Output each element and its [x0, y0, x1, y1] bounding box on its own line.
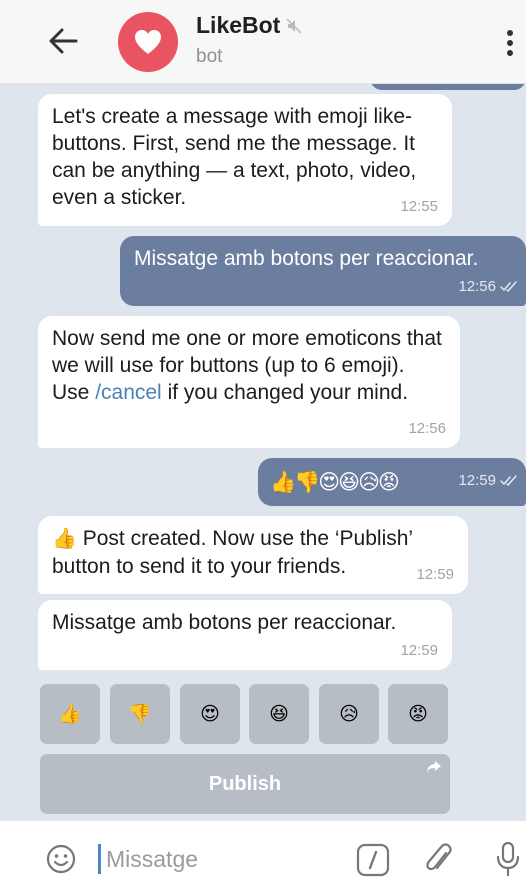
paperclip-icon[interactable] — [424, 841, 454, 877]
reaction-button-thumbs-up[interactable]: 👍 — [40, 684, 100, 744]
message-list[interactable]: Let's create a message with emoji like-b… — [0, 84, 526, 820]
chat-header: LikeBot bot — [0, 0, 526, 84]
emoji-icon[interactable] — [45, 843, 77, 875]
reaction-button-thumbs-down[interactable]: 👎 — [110, 684, 170, 744]
message-time: 12:59 — [400, 642, 438, 659]
message-time: 12:56 — [458, 278, 496, 295]
reaction-button-heart-eyes[interactable]: 😍 — [180, 684, 240, 744]
bot-command-icon[interactable] — [356, 843, 390, 877]
message-text: Let's create a message with emoji like-b… — [52, 105, 417, 209]
message-text: Missatge amb botons per reaccionar. — [52, 611, 397, 634]
reaction-button-laughing[interactable]: 😆 — [249, 684, 309, 744]
microphone-icon[interactable] — [496, 841, 520, 877]
message-text: 👍 Post created. Now use the ‘Publish’ bu… — [52, 525, 454, 580]
more-menu-icon[interactable] — [505, 28, 515, 58]
outgoing-message[interactable]: 👍👎😍😆😥😡 12:59 — [258, 458, 526, 506]
heart-icon — [135, 30, 161, 54]
cancel-command-link[interactable]: /cancel — [95, 381, 162, 404]
message-time: 12:59 — [458, 472, 496, 489]
incoming-message[interactable]: Now send me one or more emoticons that w… — [38, 316, 460, 448]
message-time: 12:56 — [408, 420, 446, 437]
reaction-button-angry[interactable]: 😡 — [388, 684, 448, 744]
message-text: Missatge amb botons per reaccionar. — [134, 247, 479, 270]
message-time: 12:59 — [416, 566, 454, 583]
incoming-message[interactable]: Let's create a message with emoji like-b… — [38, 94, 452, 226]
back-arrow-icon[interactable] — [48, 28, 78, 54]
thumbs-up-emoji: 👍 — [52, 528, 77, 550]
message-text: Now send me one or more emoticons that w… — [52, 325, 446, 406]
chat-title-text: LikeBot — [196, 12, 281, 38]
incoming-message[interactable]: Missatge amb botons per reaccionar. 12:5… — [38, 600, 452, 670]
publish-button-label: Publish — [208, 772, 282, 795]
message-text-part: Post created. Now use the ‘Publish’ butt… — [52, 527, 413, 578]
chat-title[interactable]: LikeBot — [196, 12, 302, 39]
message-time-status: 12:59 — [458, 467, 518, 494]
share-arrow-icon — [427, 761, 441, 773]
message-time-status: 12:56 — [458, 273, 518, 300]
double-check-icon — [500, 474, 517, 486]
publish-button[interactable]: Publish — [40, 754, 450, 814]
outgoing-message[interactable]: Missatge amb botons per reaccionar. 12:5… — [120, 236, 526, 306]
incoming-message[interactable]: 👍 Post created. Now use the ‘Publish’ bu… — [38, 516, 468, 594]
bot-avatar[interactable] — [118, 12, 178, 72]
previous-message-bubble — [370, 84, 526, 90]
message-input[interactable] — [106, 841, 336, 877]
message-time: 12:55 — [400, 198, 438, 215]
message-text-part: if you changed your mind. — [161, 381, 409, 404]
double-check-icon — [500, 280, 517, 292]
reaction-button-sad[interactable]: 😥 — [319, 684, 379, 744]
emoji-message-text: 👍👎😍😆😥😡 — [270, 471, 400, 494]
message-input-bar — [0, 820, 526, 893]
chat-subtitle: bot — [196, 46, 223, 67]
muted-speaker-icon — [286, 17, 302, 34]
text-cursor — [98, 844, 101, 874]
